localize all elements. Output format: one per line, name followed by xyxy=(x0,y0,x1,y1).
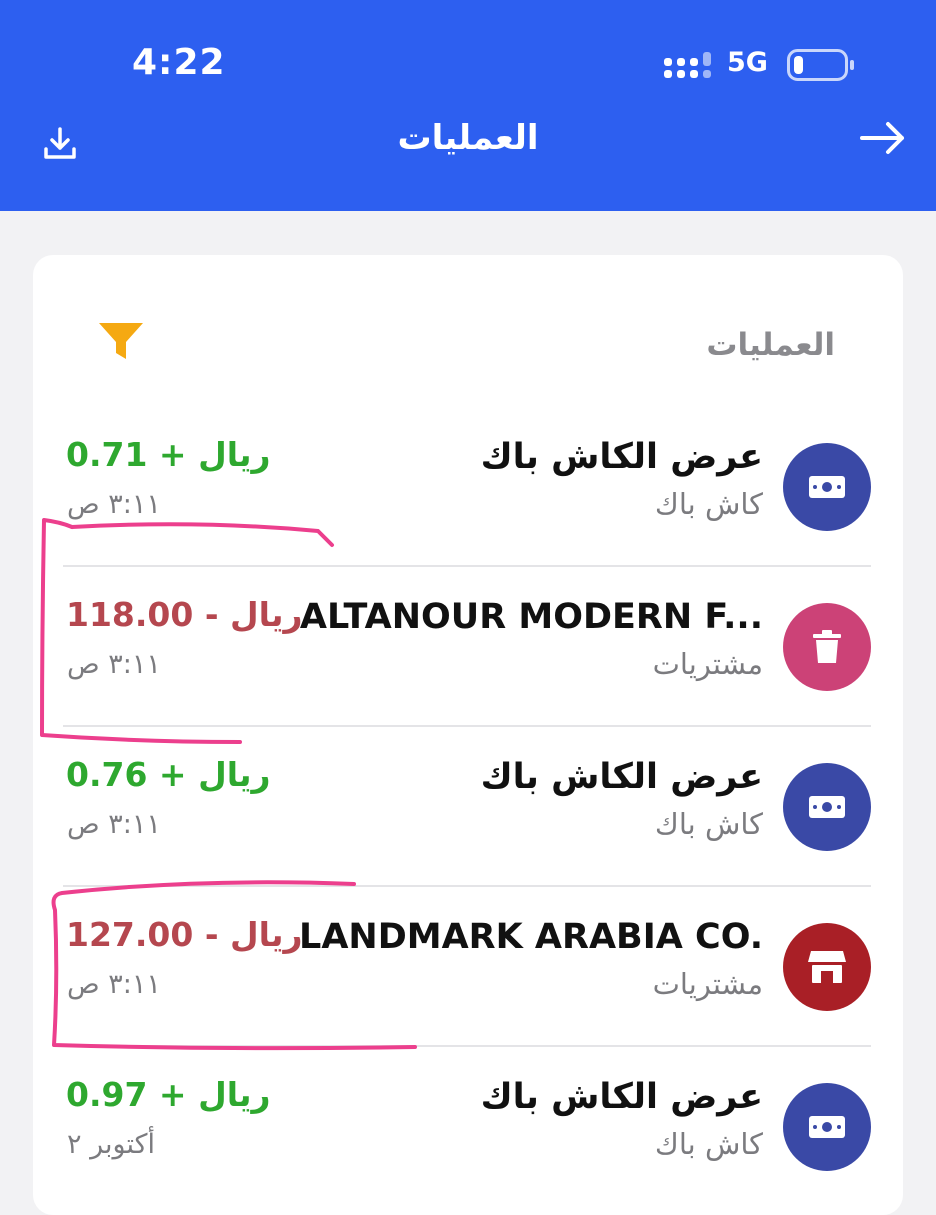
transaction-amount: ريال - 118.00 xyxy=(66,595,302,634)
page-title: العمليات xyxy=(397,118,539,158)
signal-icon xyxy=(664,52,711,78)
amount-value: 0.76 xyxy=(66,755,148,794)
transaction-amount: ريال + 0.97 xyxy=(66,1075,271,1114)
merchant-name: LANDMARK ARABIA CO. xyxy=(299,917,763,957)
amount-value: 0.97 xyxy=(66,1075,148,1114)
transaction-row[interactable]: LANDMARK ARABIA CO. مشتريات ريال - 127.0… xyxy=(33,895,903,1055)
amount-sign: + xyxy=(158,755,187,794)
back-arrow-icon[interactable] xyxy=(858,118,908,158)
amount-sign: + xyxy=(158,435,187,474)
amount-value: 0.71 xyxy=(66,435,148,474)
transaction-time: ٣:١١ ص xyxy=(67,809,161,840)
amount-sign: - xyxy=(204,595,219,634)
transaction-category: مشتريات xyxy=(652,967,763,1001)
merchant-name: عرض الكاش باك xyxy=(480,1077,763,1117)
row-divider xyxy=(63,885,871,887)
transaction-row[interactable]: عرض الكاش باك كاش باك ريال + 0.97 أكتوبر… xyxy=(33,1055,903,1215)
transaction-time: أكتوبر ٢ xyxy=(67,1129,155,1160)
battery-icon xyxy=(787,49,854,81)
currency-label: ريال xyxy=(230,915,303,954)
trash-icon xyxy=(783,603,871,691)
status-time: 4:22 xyxy=(132,42,226,83)
transaction-time: ٣:١١ ص xyxy=(67,649,161,680)
network-type: 5G xyxy=(727,47,768,78)
section-title: العمليات xyxy=(706,327,835,363)
amount-sign: - xyxy=(204,915,219,954)
transaction-time: ٣:١١ ص xyxy=(67,969,161,1000)
transaction-amount: ريال + 0.76 xyxy=(66,755,271,794)
merchant-name: عرض الكاش باك xyxy=(480,437,763,477)
app-header: 4:22 5G العمليات xyxy=(0,0,936,211)
transaction-category: كاش باك xyxy=(654,1127,763,1161)
transaction-category: كاش باك xyxy=(654,487,763,521)
currency-label: ريال xyxy=(230,595,303,634)
merchant-name: عرض الكاش باك xyxy=(480,757,763,797)
download-icon[interactable] xyxy=(40,124,80,164)
merchant-name: ALTANOUR MODERN F... xyxy=(299,597,763,637)
transaction-category: كاش باك xyxy=(654,807,763,841)
cash-icon xyxy=(783,1083,871,1171)
transaction-row[interactable]: عرض الكاش باك كاش باك ريال + 0.71 ٣:١١ ص xyxy=(33,415,903,575)
filter-icon[interactable] xyxy=(97,321,145,363)
transaction-amount: ريال + 0.71 xyxy=(66,435,271,474)
transaction-amount: ريال - 127.00 xyxy=(66,915,302,954)
amount-value: 118.00 xyxy=(66,595,194,634)
transaction-row[interactable]: ALTANOUR MODERN F... مشتريات ريال - 118.… xyxy=(33,575,903,735)
transaction-row[interactable]: عرض الكاش باك كاش باك ريال + 0.76 ٣:١١ ص xyxy=(33,735,903,895)
transaction-time: ٣:١١ ص xyxy=(67,489,161,520)
currency-label: ريال xyxy=(198,1075,271,1114)
row-divider xyxy=(63,725,871,727)
cash-icon xyxy=(783,763,871,851)
transaction-category: مشتريات xyxy=(652,647,763,681)
transactions-card: العمليات عرض الكاش باك كاش باك ريال + 0.… xyxy=(33,255,903,1215)
row-divider xyxy=(63,1045,871,1047)
store-icon xyxy=(783,923,871,1011)
cash-icon xyxy=(783,443,871,531)
row-divider xyxy=(63,565,871,567)
amount-value: 127.00 xyxy=(66,915,194,954)
currency-label: ريال xyxy=(198,435,271,474)
amount-sign: + xyxy=(158,1075,187,1114)
currency-label: ريال xyxy=(198,755,271,794)
